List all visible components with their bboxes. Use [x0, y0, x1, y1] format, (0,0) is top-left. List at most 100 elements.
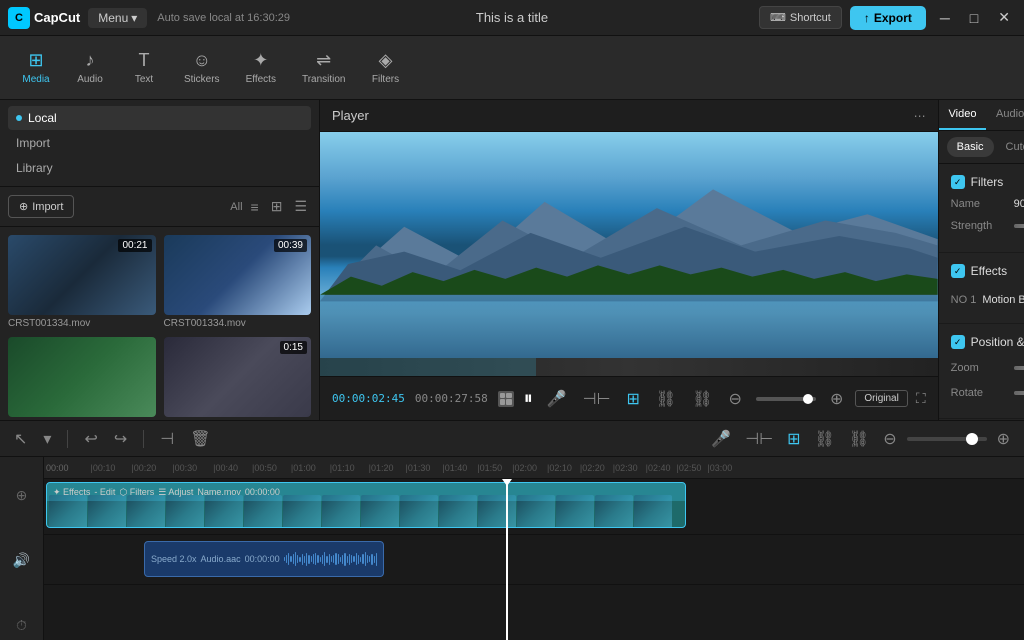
zoom-out-icon[interactable]: ⊖: [725, 387, 746, 411]
sub-tab-basic[interactable]: Basic: [947, 137, 994, 157]
export-button[interactable]: ↑ Export: [850, 6, 926, 30]
link-icon[interactable]: ⛓: [652, 387, 680, 411]
list-item[interactable]: 00:21 CRST001334.mov: [8, 235, 156, 329]
delete-tool[interactable]: 🗑: [186, 427, 214, 451]
maximize-button[interactable]: □: [964, 10, 984, 26]
zoom-slider-control[interactable]: [1014, 366, 1024, 370]
player-right-controls: 🎤 ⊣⊢ ⊞ ⛓ ⛓ ⊖ ⊕ Original ⛶: [543, 387, 926, 411]
filename-clip: Name.mov: [197, 487, 241, 497]
cursor-tool[interactable]: ↖: [10, 427, 31, 451]
toolbar-text[interactable]: T Text: [118, 44, 170, 91]
all-label: All: [230, 201, 242, 213]
toolbar-transition[interactable]: ⇌ Transition: [290, 44, 358, 91]
toolbar-media[interactable]: ⊞ Media: [10, 44, 62, 91]
audio-clip[interactable]: Speed 2.0x Audio.aac 00:00:00: [144, 541, 384, 577]
tab-video[interactable]: Video: [939, 100, 987, 130]
speaker-icon[interactable]: 🔊: [13, 552, 30, 569]
effect-item: NO 1 Motion Blur ✎ 🗑: [951, 287, 1024, 313]
filters-checkbox[interactable]: ✓: [951, 175, 965, 189]
minimize-button[interactable]: ─: [934, 10, 956, 26]
zoom-slider[interactable]: [756, 397, 816, 401]
tl-zoom-in[interactable]: ⊕: [993, 427, 1014, 451]
unlink-icon[interactable]: ⛓: [688, 387, 716, 411]
media-filename: CRST001334.mov: [8, 318, 156, 329]
list-item[interactable]: CRST001334.mov: [8, 337, 156, 420]
sub-tab-cutout[interactable]: Cutout: [996, 137, 1024, 157]
mic-timeline-icon[interactable]: 🎤: [707, 427, 735, 451]
split-tool[interactable]: ⊣: [156, 427, 178, 451]
audio-waveform: [284, 551, 377, 567]
filter-icon[interactable]: ≡: [247, 197, 263, 217]
player-progress-bar[interactable]: [320, 358, 938, 376]
text-label: Text: [135, 74, 153, 85]
cursor-dropdown[interactable]: ▾: [39, 427, 55, 451]
undo-button[interactable]: ↩: [80, 427, 101, 451]
toolbar-effects[interactable]: ✦ Effects: [234, 44, 288, 91]
player-panel: Player ⋯ 00:00:02:45 00:00:27:58: [320, 100, 938, 420]
toolbar-filters[interactable]: ◈ Filters: [360, 44, 412, 91]
fullscreen-button[interactable]: ⛶: [916, 390, 926, 407]
tl-link-icon[interactable]: ⊞: [783, 427, 804, 451]
wave-bar: [295, 552, 296, 566]
tab-audio[interactable]: Audio: [986, 100, 1024, 130]
video-clip[interactable]: ✦ Effects - Edit ⬡ Filters ☰ Adjust Name…: [46, 482, 686, 528]
original-badge[interactable]: Original: [855, 390, 907, 407]
player-menu-icon[interactable]: ⋯: [914, 109, 926, 123]
audio-filename: Audio.aac: [201, 554, 241, 564]
toolbar-stickers[interactable]: ☺ Stickers: [172, 44, 232, 91]
timeline-main: 00:00 |00:10 |00:20 |00:30 |00:40 |00:50…: [44, 457, 1024, 640]
nav-local[interactable]: Local: [8, 106, 311, 130]
player-title: Player: [332, 108, 369, 123]
close-button[interactable]: ✕: [992, 9, 1016, 26]
timeline-panel: ↖ ▾ ↩ ↪ ⊣ 🗑 🎤 ⊣⊢ ⊞ ⛓ ⛓ ⊖ ⊕ ⊕ 🔊 ⏱: [0, 420, 1024, 640]
timer-icon[interactable]: ⏱: [16, 617, 27, 634]
toolbar-audio[interactable]: ♪ Audio: [64, 44, 116, 91]
wave-bar: [286, 555, 287, 563]
tl-zoom-out[interactable]: ⊖: [879, 427, 900, 451]
split-icon[interactable]: ⊣⊢: [579, 387, 615, 411]
project-title[interactable]: This is a title: [476, 10, 548, 25]
zoom-in-icon[interactable]: ⊕: [826, 387, 847, 411]
effects-checkbox[interactable]: ✓: [951, 264, 965, 278]
wave-bar: [313, 554, 314, 564]
wave-bar: [344, 553, 345, 566]
add-track-button[interactable]: ⊕: [16, 487, 28, 504]
zoom-icon[interactable]: ⊞: [623, 387, 644, 411]
video-track: ✦ Effects - Edit ⬡ Filters ☰ Adjust Name…: [44, 479, 1024, 535]
nav-library[interactable]: Library: [8, 156, 311, 180]
nav-import[interactable]: Import: [8, 131, 311, 155]
wave-bar: [365, 552, 366, 566]
media-label: Media: [22, 74, 49, 85]
redo-button[interactable]: ↪: [110, 427, 131, 451]
timeline-right-tools: 🎤 ⊣⊢ ⊞ ⛓ ⛓ ⊖ ⊕: [707, 427, 1014, 451]
timeline-zoom-slider[interactable]: [907, 437, 987, 441]
list-view-icon[interactable]: ☰: [290, 196, 311, 217]
play-button[interactable]: ⏸: [524, 388, 533, 409]
effects-header: ✓ Effects ↺ ◇: [951, 263, 1024, 279]
tl-unchain-icon[interactable]: ⛓: [845, 427, 873, 451]
tl-split-icon[interactable]: ⊣⊢: [741, 427, 777, 451]
wave-bar: [290, 556, 291, 562]
left-panel: Local Import Library ⊕ Import All ≡ ⊞ ☰: [0, 100, 320, 420]
tl-chain-icon[interactable]: ⛓: [811, 427, 839, 451]
rotate-slider[interactable]: [1014, 391, 1024, 395]
mic-icon[interactable]: 🎤: [543, 387, 571, 411]
list-item[interactable]: 0:15 CRST001334.mov: [164, 337, 312, 420]
menu-button[interactable]: Menu ▾: [88, 8, 147, 28]
position-size-checkbox[interactable]: ✓: [951, 335, 965, 349]
grid-view-icon[interactable]: ⊞: [267, 196, 287, 217]
main-content: Local Import Library ⊕ Import All ≡ ⊞ ☰: [0, 100, 1024, 420]
water-reflection: [320, 295, 938, 358]
timeline-area: ⊕ 🔊 ⏱ 00:00 |00:10 |00:20 |00:30 |00:40 …: [0, 457, 1024, 640]
timeline-grid-icon[interactable]: [498, 391, 514, 407]
media-duration: 0:15: [280, 341, 307, 354]
shortcut-button[interactable]: ⌨ Shortcut: [759, 6, 842, 29]
left-nav: Local Import Library: [0, 100, 319, 187]
list-item[interactable]: 00:39 CRST001334.mov: [164, 235, 312, 329]
import-button[interactable]: ⊕ Import: [8, 195, 74, 218]
text-icon: T: [139, 50, 150, 71]
wave-bar: [342, 555, 343, 564]
tracks-container: ✦ Effects - Edit ⬡ Filters ☰ Adjust Name…: [44, 479, 1024, 640]
player-header: Player ⋯: [320, 100, 938, 132]
strength-slider[interactable]: [1014, 224, 1024, 228]
